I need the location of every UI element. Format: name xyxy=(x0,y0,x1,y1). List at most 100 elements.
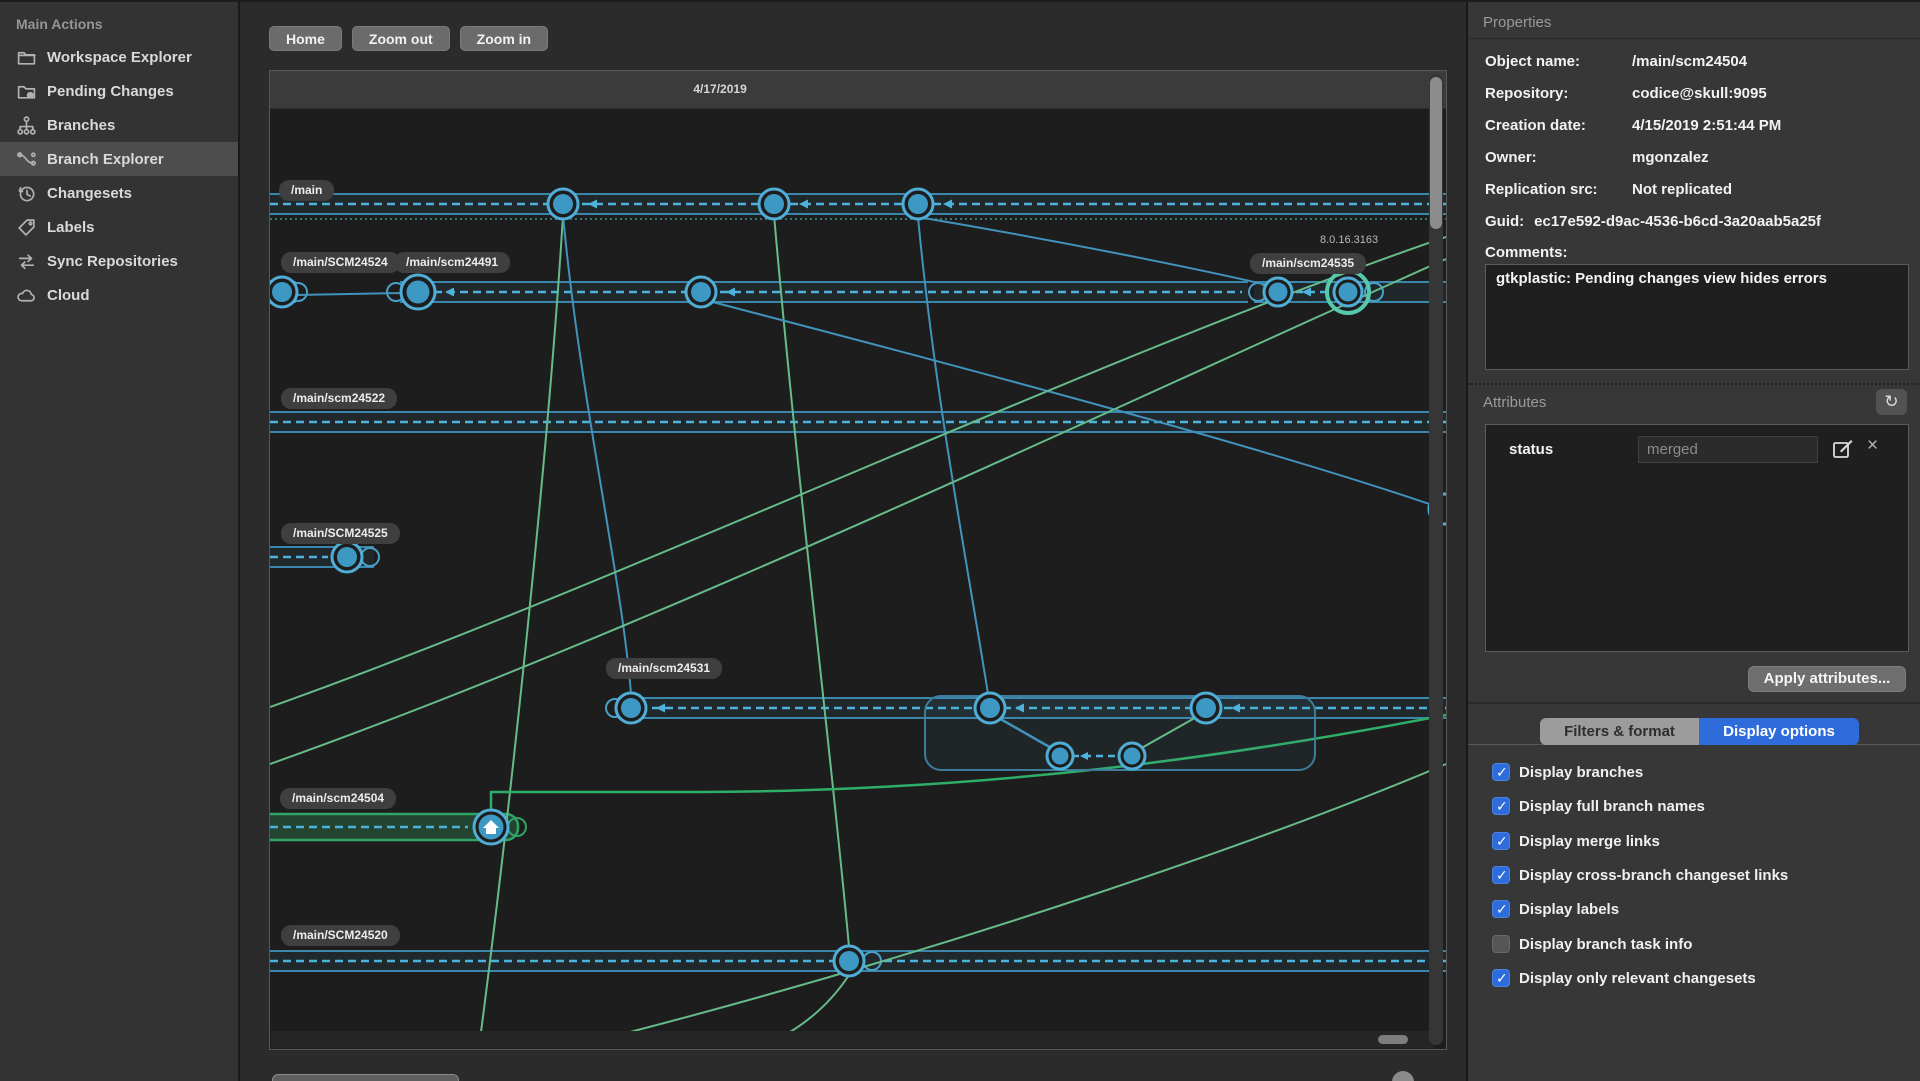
changeset-node xyxy=(614,691,648,725)
branch-label-main[interactable]: /main xyxy=(279,180,335,201)
sidebar-item-label: Branches xyxy=(47,116,116,134)
changeset-node xyxy=(901,187,935,221)
changeset-node xyxy=(546,187,580,221)
checkbox-icon xyxy=(1492,935,1510,953)
apply-attributes-button[interactable]: Apply attributes... xyxy=(1748,666,1906,692)
divider xyxy=(1468,702,1920,704)
home-button[interactable]: Home xyxy=(269,26,342,51)
branch-graph[interactable] xyxy=(270,109,1446,1032)
property-owner: Owner: mgonzalez xyxy=(1485,149,1709,166)
checkbox-display-branch-task-info[interactable]: Display branch task info xyxy=(1492,935,1692,953)
checkbox-display-cross-branch-links[interactable]: Display cross-branch changeset links xyxy=(1492,866,1788,884)
checkbox-label: Display full branch names xyxy=(1519,797,1705,815)
zoom-in-button[interactable]: Zoom in xyxy=(459,26,549,51)
checkbox-icon xyxy=(1492,763,1510,781)
sidebar-title: Main Actions xyxy=(16,16,103,32)
refresh-attributes-button[interactable]: ↻ xyxy=(1876,389,1907,415)
tab-filters-format[interactable]: Filters & format xyxy=(1540,718,1699,745)
horizontal-scrollbar-thumb[interactable] xyxy=(1378,1035,1408,1044)
sidebar-item-labels[interactable]: Labels xyxy=(0,210,238,244)
vertical-scrollbar-thumb[interactable] xyxy=(1430,77,1442,229)
changeset-node xyxy=(330,540,364,574)
branch-label-scm24535[interactable]: /main/scm24535 xyxy=(1250,253,1367,274)
checkbox-label: Display merge links xyxy=(1519,832,1660,850)
checkbox-display-full-branch-names[interactable]: Display full branch names xyxy=(1492,797,1705,815)
checkbox-icon xyxy=(1492,866,1510,884)
selected-changeset-node xyxy=(1325,269,1371,315)
sidebar-item-label: Cloud xyxy=(47,286,90,304)
properties-title: Properties xyxy=(1483,14,1552,31)
changeset-node xyxy=(1045,741,1075,771)
checkbox-label: Display branches xyxy=(1519,763,1644,781)
branch-label-scm24531[interactable]: /main/scm24531 xyxy=(606,658,723,679)
canvas-toolbar: Home Zoom out Zoom in xyxy=(269,26,549,51)
property-replication-src: Replication src: Not replicated xyxy=(1485,181,1733,198)
sidebar-item-pending-changes[interactable]: Pending Changes xyxy=(0,74,238,108)
sidebar-item-branch-explorer[interactable]: Branch Explorer xyxy=(0,142,238,176)
workspace-explorer-icon xyxy=(17,51,36,65)
checkbox-label: Display labels xyxy=(1519,900,1620,918)
property-object-name: Object name:/main/scm24504 xyxy=(1485,53,1748,70)
checkbox-display-branches[interactable]: Display branches xyxy=(1492,763,1643,781)
branch-label-scm24525[interactable]: /main/SCM24525 xyxy=(281,523,400,544)
checkbox-label: Display only relevant changesets xyxy=(1519,969,1756,987)
edit-attribute-icon[interactable] xyxy=(1831,437,1855,461)
attribute-name: status xyxy=(1509,441,1554,458)
branch-tracks xyxy=(270,193,1446,972)
sidebar-item-label: Labels xyxy=(47,218,95,236)
sidebar-item-workspace-explorer[interactable]: Workspace Explorer xyxy=(0,40,238,74)
tab-display-options[interactable]: Display options xyxy=(1699,718,1859,745)
sidebar-item-cloud[interactable]: Cloud xyxy=(0,278,238,312)
date-label: 4/17/2019 xyxy=(693,82,747,96)
divider xyxy=(1468,38,1920,39)
zoom-out-button[interactable]: Zoom out xyxy=(351,26,450,51)
checkbox-display-only-relevant[interactable]: Display only relevant changesets xyxy=(1492,969,1756,987)
attributes-table[interactable]: status × xyxy=(1485,424,1909,652)
branch-label-scm24522[interactable]: /main/scm24522 xyxy=(281,388,398,409)
sidebar-item-label: Sync Repositories xyxy=(47,252,178,270)
remove-attribute-icon[interactable]: × xyxy=(1867,435,1878,457)
comments-label: Comments: xyxy=(1485,244,1568,261)
horizontal-scrollbar-track xyxy=(271,1031,1433,1048)
sidebar-item-branches[interactable]: Branches xyxy=(0,108,238,142)
checkbox-icon xyxy=(1492,900,1510,918)
comments-box[interactable]: gtkplastic: Pending changes view hides e… xyxy=(1485,264,1909,370)
sidebar-item-sync-repositories[interactable]: Sync Repositories xyxy=(0,244,238,278)
merge-links xyxy=(270,214,1446,1032)
branch-label-scm24504[interactable]: /main/scm24504 xyxy=(280,788,397,809)
labels-icon xyxy=(18,218,35,236)
bottom-toolbar-button[interactable] xyxy=(272,1074,459,1081)
checkbox-display-merge-links[interactable]: Display merge links xyxy=(1492,832,1660,850)
cloud-icon xyxy=(17,289,35,302)
checkbox-display-labels[interactable]: Display labels xyxy=(1492,900,1619,918)
branch-label-scm24524[interactable]: /main/SCM24524 xyxy=(281,252,400,273)
vertical-scrollbar-track[interactable] xyxy=(1429,74,1443,1045)
checkbox-label: Display branch task info xyxy=(1519,935,1693,953)
checkbox-icon xyxy=(1492,969,1510,987)
branch-label-scm24520[interactable]: /main/SCM24520 xyxy=(281,925,400,946)
changeset-node xyxy=(684,275,718,309)
sidebar-item-label: Pending Changes xyxy=(47,82,174,100)
checkbox-icon xyxy=(1492,832,1510,850)
changeset-nodes[interactable] xyxy=(270,187,1446,978)
refresh-icon: ↻ xyxy=(1884,392,1899,411)
sidebar-item-changesets[interactable]: Changesets xyxy=(0,176,238,210)
changeset-node xyxy=(399,273,437,311)
sidebar-item-label: Changesets xyxy=(47,184,133,202)
attribute-value-input[interactable] xyxy=(1638,436,1818,463)
canvas-date-header: 4/17/2019 xyxy=(270,71,1446,109)
branches-icon xyxy=(17,115,36,135)
checkbox-icon xyxy=(1492,797,1510,815)
branch-diagram-canvas[interactable]: 4/17/2019 /main /main/SCM24524 /main/scm… xyxy=(269,70,1447,1050)
changeset-node xyxy=(973,691,1007,725)
branch-explorer-workarea: Home Zoom out Zoom in 4/17/2019 /main /m… xyxy=(242,2,1466,1081)
changeset-node xyxy=(270,275,299,309)
properties-panel: Properties Object name:/main/scm24504 Re… xyxy=(1466,2,1920,1081)
bottom-indicator xyxy=(1392,1071,1414,1081)
changeset-node xyxy=(1189,691,1223,725)
branch-label-scm24491[interactable]: /main/scm24491 xyxy=(394,252,511,273)
changeset-node xyxy=(1117,741,1147,771)
version-label: 8.0.16.3163 xyxy=(1320,234,1379,246)
changesets-icon xyxy=(18,186,35,201)
pending-changes-icon xyxy=(17,85,36,99)
